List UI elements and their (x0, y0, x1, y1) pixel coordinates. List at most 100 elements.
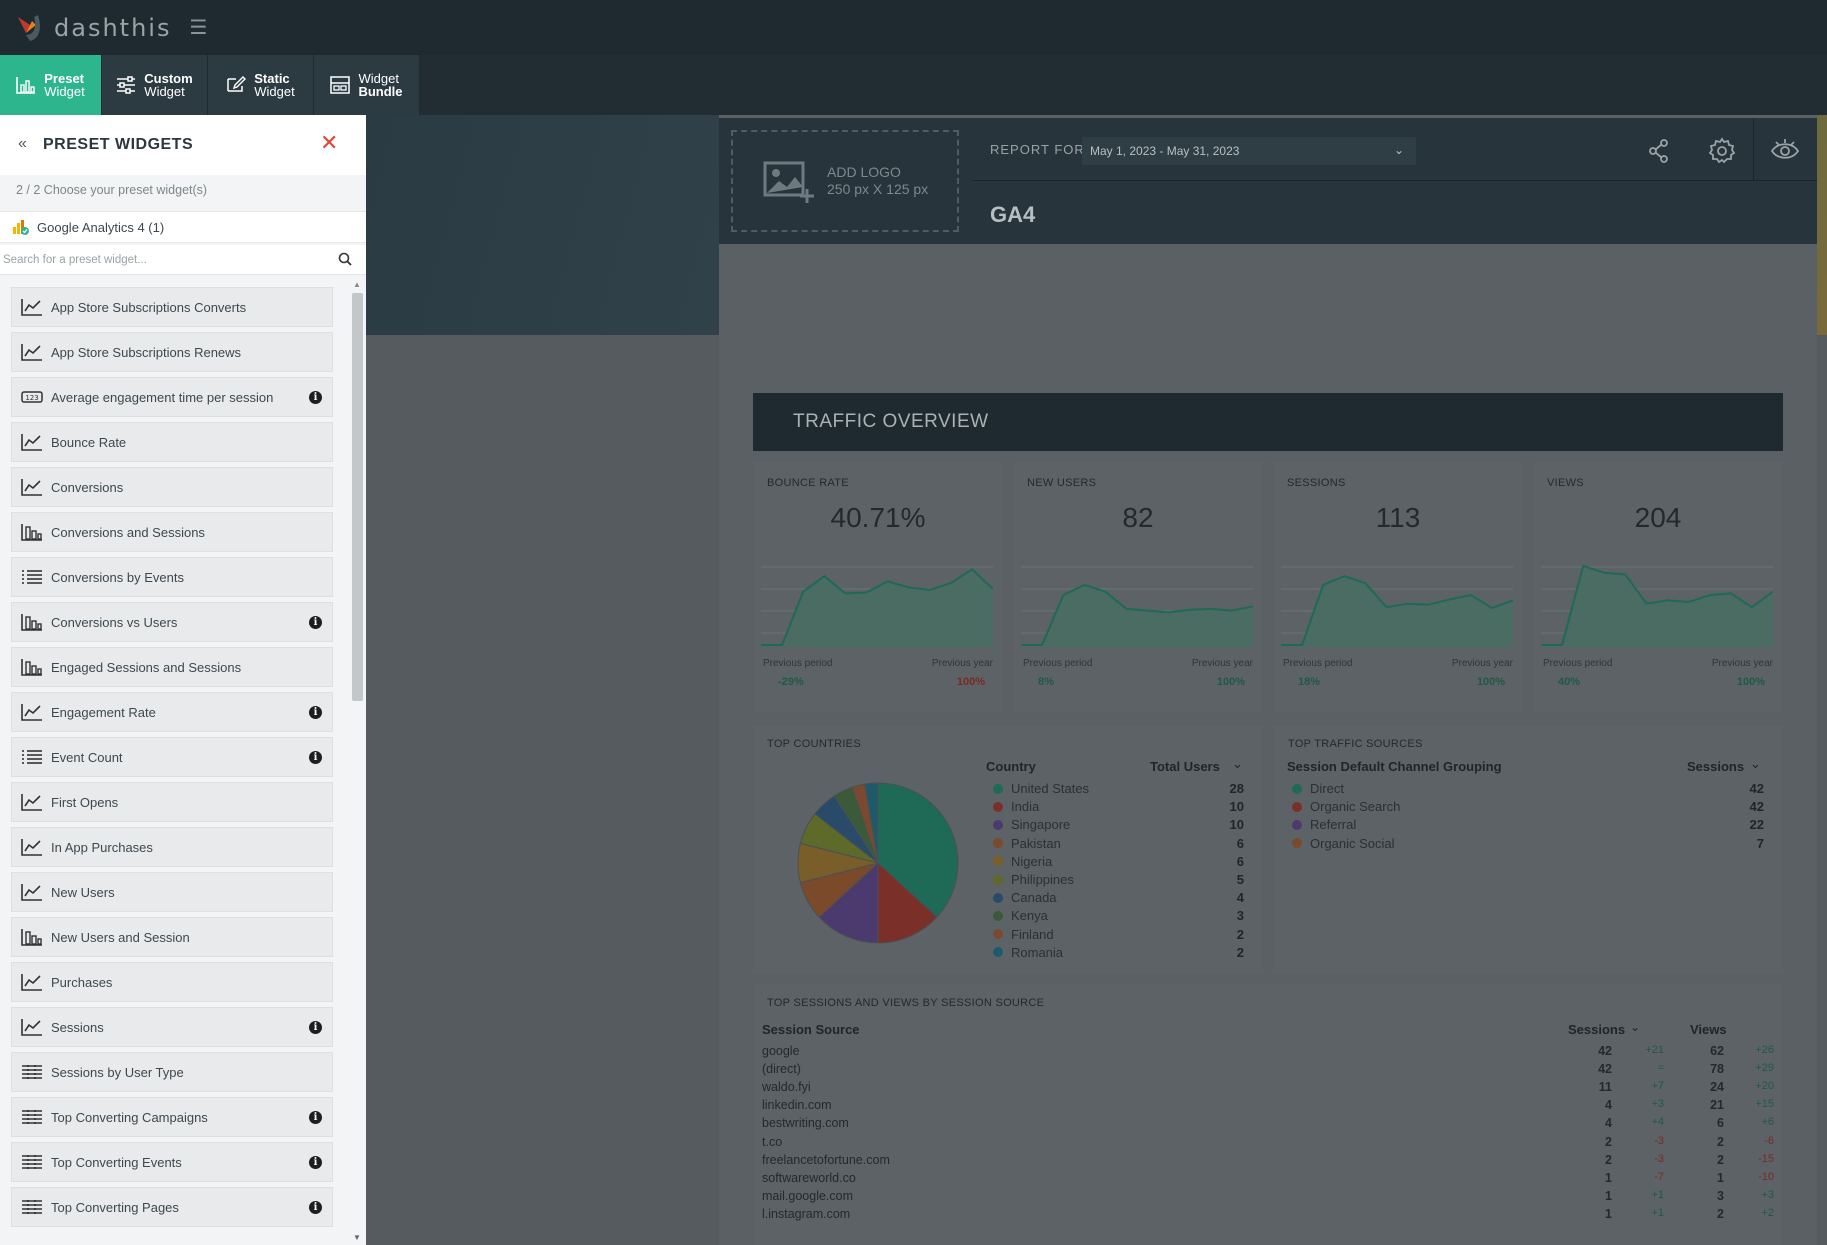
kpi-card-new-users[interactable]: NEW USERS 82 Previous period Previous ye… (1013, 462, 1263, 712)
widget-item[interactable]: Conversions (11, 467, 333, 507)
views-delta: +15 (1755, 1098, 1774, 1111)
legend-label: Pakistan (1011, 835, 1061, 851)
sessions-value: 42 (1598, 1062, 1612, 1077)
data-source-row[interactable]: Google Analytics 4 (1) (0, 211, 366, 243)
table-row[interactable]: l.instagram.com 1 +1 2 +2 (762, 1206, 1774, 1225)
line-chart-icon (21, 344, 42, 361)
info-icon[interactable]: i (309, 616, 322, 629)
widget-item[interactable]: Conversions by Events (11, 557, 333, 597)
widget-item[interactable]: App Store Subscriptions Converts (11, 287, 333, 327)
table-row[interactable]: (direct) 42 = 78 +29 (762, 1062, 1774, 1080)
legend-item: Nigeria (993, 854, 1052, 869)
tab-static-widget[interactable]: Static Widget (208, 55, 314, 115)
widget-item[interactable]: First Opens (11, 782, 333, 822)
kpi-card-bounce-rate[interactable]: BOUNCE RATE 40.71% Previous period Previ… (753, 462, 1003, 712)
double-chevron-left-icon[interactable]: « (18, 135, 27, 153)
sort-chevron-icon[interactable]: ⌄ (1630, 1020, 1640, 1034)
info-icon[interactable]: i (309, 1111, 322, 1124)
widget-item[interactable]: Sessions by User Type (11, 1052, 333, 1092)
sessions-value: 1 (1605, 1188, 1612, 1203)
add-logo-dropzone[interactable]: ADD LOGO 250 px X 125 px (731, 130, 959, 232)
gear-icon[interactable] (1707, 136, 1737, 166)
table-row[interactable]: waldo.fyi 11 +7 24 +20 (762, 1080, 1774, 1098)
top-bar: dashthis ☰ (0, 0, 1827, 55)
scrollbar-thumb[interactable] (352, 293, 363, 701)
source-name: (direct) (762, 1062, 801, 1077)
table-row[interactable]: bestwriting.com 4 +4 6 +6 (762, 1116, 1774, 1134)
app-logo[interactable]: dashthis (12, 11, 171, 45)
sort-chevron-icon[interactable]: ⌄ (1232, 756, 1243, 772)
widget-item[interactable]: Engagement Rate i (11, 692, 333, 732)
kpi-prev-year-label: Previous year (1191, 658, 1253, 669)
views-value: 2 (1717, 1152, 1724, 1167)
widget-item[interactable]: Top Converting Events i (11, 1142, 333, 1182)
legend-item: Organic Social (1292, 836, 1395, 851)
line-chart-icon (21, 884, 42, 901)
countries-col-users[interactable]: Total Users (1150, 759, 1220, 774)
widget-item[interactable]: Top Converting Pages i (11, 1187, 333, 1227)
panel-title: PRESET WIDGETS (43, 136, 194, 153)
widget-item[interactable]: In App Purchases (11, 827, 333, 867)
tab-widget-bundle[interactable]: Widget Bundle (314, 55, 420, 115)
widget-item[interactable]: Engaged Sessions and Sessions (11, 647, 333, 687)
info-icon[interactable]: i (309, 1021, 322, 1034)
kpi-prev-period-value: 18% (1298, 676, 1321, 688)
table-row[interactable]: t.co 2 -3 2 -6 (762, 1134, 1774, 1153)
widget-item[interactable]: Bounce Rate (11, 422, 333, 462)
legend-dot (993, 910, 1003, 921)
widget-item[interactable]: Conversions and Sessions (11, 512, 333, 552)
tab-label-line2: Widget (44, 84, 85, 99)
info-icon[interactable]: i (309, 1156, 322, 1169)
edit-icon (227, 76, 247, 92)
search-icon[interactable] (338, 252, 352, 266)
views-value: 2 (1717, 1134, 1724, 1149)
kpi-card-sessions[interactable]: SESSIONS 113 Previous period Previous ye… (1273, 462, 1523, 712)
table-row[interactable]: softwareworld.co 1 -7 1 -10 (762, 1171, 1774, 1189)
table-row[interactable]: linkedin.com 4 +3 21 +15 (762, 1098, 1774, 1116)
widget-item[interactable]: Event Count i (11, 737, 333, 777)
sessions-value: 1 (1605, 1206, 1612, 1221)
table-row[interactable]: google 42 +21 62 +26 (762, 1044, 1774, 1062)
date-range-select[interactable]: May 1, 2023 - May 31, 2023 ⌄ (1082, 137, 1416, 165)
menu-icon[interactable]: ☰ (189, 15, 207, 40)
dashthis-logo-icon (18, 14, 40, 41)
widget-item[interactable]: 123 Average engagement time per session i (11, 377, 333, 417)
tab-preset-widget[interactable]: Preset Widget (0, 55, 102, 115)
table-row[interactable]: mail.google.com 1 +1 3 +3 (762, 1188, 1774, 1207)
sessions-value: 4 (1605, 1116, 1612, 1131)
scroll-up-icon[interactable]: ▲ (353, 280, 361, 289)
widget-item[interactable]: App Store Subscriptions Renews (11, 332, 333, 372)
kpi-card-views[interactable]: VIEWS 204 Previous period Previous year … (1533, 462, 1783, 712)
sources-col-sessions[interactable]: Sessions (1568, 1022, 1625, 1037)
kpi-value: 40.71% (830, 502, 926, 533)
info-icon[interactable]: i (309, 706, 322, 719)
widget-search-input[interactable] (3, 251, 323, 269)
scroll-down-icon[interactable]: ▼ (353, 1233, 361, 1242)
widget-item[interactable]: Purchases (11, 962, 333, 1002)
preview-eye-icon[interactable] (1770, 136, 1800, 166)
close-icon[interactable]: ✕ (320, 130, 338, 156)
traffic-col-sessions[interactable]: Sessions (1687, 759, 1744, 774)
bar-chart-icon (16, 77, 36, 94)
info-icon[interactable]: i (309, 391, 322, 404)
legend-label: Canada (1011, 890, 1057, 906)
kpi-sparkline (1541, 564, 1773, 647)
info-icon[interactable]: i (309, 751, 322, 764)
widget-item[interactable]: Conversions vs Users i (11, 602, 333, 642)
legend-value: 5 (1236, 872, 1244, 887)
widget-item[interactable]: Sessions i (11, 1007, 333, 1047)
section-title: TRAFFIC OVERVIEW (753, 393, 1783, 451)
legend-value: 2 (1236, 944, 1244, 960)
sort-chevron-icon[interactable]: ⌄ (1750, 756, 1761, 772)
info-icon[interactable]: i (309, 1201, 322, 1214)
tab-custom-widget[interactable]: Custom Widget (102, 55, 208, 115)
legend-value: 6 (1236, 835, 1244, 851)
share-icon[interactable] (1644, 136, 1674, 166)
widget-item[interactable]: New Users (11, 872, 333, 912)
widget-item[interactable]: New Users and Session (11, 917, 333, 957)
kpi-prev-period-label: Previous period (763, 658, 833, 669)
widget-item[interactable]: Top Converting Campaigns i (11, 1097, 333, 1137)
table-row[interactable]: freelancetofortune.com 2 -3 2 -15 (762, 1152, 1774, 1171)
legend-item: Finland (993, 927, 1054, 942)
widget-item-label: Sessions by User Type (51, 1064, 184, 1080)
